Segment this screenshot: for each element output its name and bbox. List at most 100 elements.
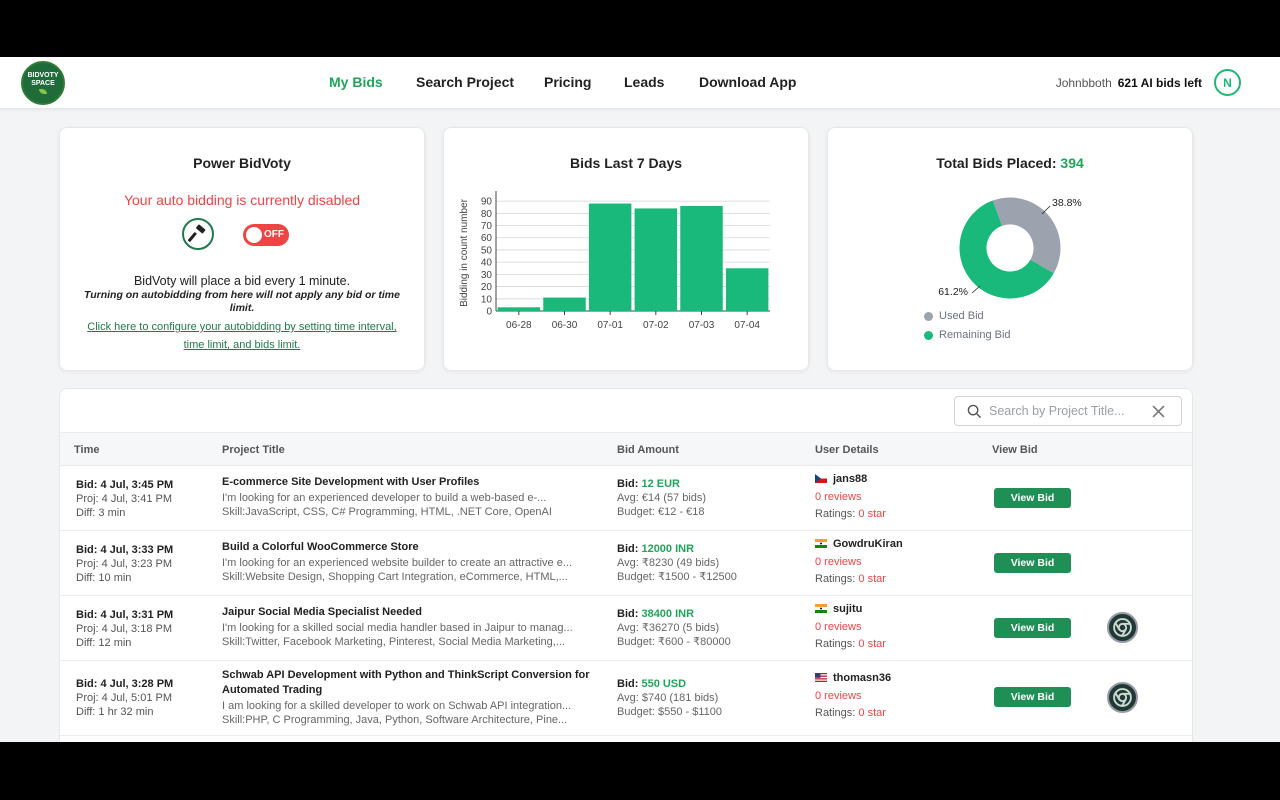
bid-time: Bid: 4 Jul, 3:31 PM xyxy=(76,609,174,621)
legend-remaining: Remaining Bid xyxy=(924,329,1011,341)
bid-budget: Budget: ₹600 - ₹80000 xyxy=(617,636,731,648)
bid-label: Bid: xyxy=(617,678,642,690)
clear-search-icon[interactable] xyxy=(1152,405,1165,418)
y-tick-label: 80 xyxy=(481,209,493,220)
proj-time: Proj: 4 Jul, 5:01 PM xyxy=(76,692,172,704)
project-cell: Build a Colorful WooCommerce Store I'm l… xyxy=(222,540,600,584)
bid-frequency-text: BidVoty will place a bid every 1 minute. xyxy=(133,274,351,288)
user-name[interactable]: sujitu xyxy=(833,601,862,619)
time-diff: Diff: 10 min xyxy=(76,572,132,584)
user-ratings: 0 star xyxy=(858,638,886,650)
view-bid-button[interactable]: View Bid xyxy=(994,488,1071,508)
search-input[interactable] xyxy=(989,402,1149,420)
time-diff: Diff: 1 hr 32 min xyxy=(76,706,154,718)
nav-my-bids[interactable]: My Bids xyxy=(329,74,383,90)
project-desc: I'm looking for a skilled social media h… xyxy=(222,622,573,634)
user-name[interactable]: GowdruKiran xyxy=(833,536,903,554)
y-tick-label: 50 xyxy=(481,245,493,256)
bid-label: Bid: xyxy=(617,478,642,490)
time-cell: Bid: 4 Jul, 3:33 PM Proj: 4 Jul, 3:23 PM… xyxy=(76,543,173,585)
bid-amount: 38400 INR xyxy=(641,608,695,620)
y-tick-label: 90 xyxy=(481,197,493,208)
czech-flag-icon xyxy=(815,474,827,484)
project-skills: Skill:Twitter, Facebook Marketing, Pinte… xyxy=(222,636,565,648)
power-bidvoty-card: Power BidVoty Your auto bidding is curre… xyxy=(59,127,425,371)
user-cell: GowdruKiran 0 reviews Ratings: 0 star xyxy=(815,536,903,589)
autobid-note: Turning on autobidding from here will no… xyxy=(84,289,400,314)
bid-cell: Bid: 550 USD Avg: $740 (181 bids) Budget… xyxy=(617,677,722,719)
bid-time: Bid: 4 Jul, 3:33 PM xyxy=(76,544,174,556)
nav-download-app[interactable]: Download App xyxy=(699,74,796,90)
y-tick-label: 0 xyxy=(486,307,492,318)
project-desc: I'm looking for an experienced website b… xyxy=(222,557,573,569)
x-tick-label: 07-02 xyxy=(643,320,669,331)
bid-cell: Bid: 12 EUR Avg: €14 (57 bids) Budget: €… xyxy=(617,477,706,519)
autobid-status: Your auto bidding is currently disabled xyxy=(123,192,361,208)
proj-time: Proj: 4 Jul, 3:18 PM xyxy=(76,623,172,635)
used-pct-label: 38.8% xyxy=(1052,197,1082,209)
autobid-toggle[interactable]: OFF xyxy=(243,224,289,246)
bar xyxy=(634,208,678,311)
time-cell: Bid: 4 Jul, 3:28 PM Proj: 4 Jul, 5:01 PM… xyxy=(76,677,173,719)
time-diff: Diff: 3 min xyxy=(76,507,126,519)
power-card-title: Power BidVoty xyxy=(193,155,291,171)
india-flag-icon xyxy=(815,604,827,614)
bid-budget: Budget: €12 - €18 xyxy=(617,506,705,518)
proj-time: Proj: 4 Jul, 3:41 PM xyxy=(76,493,172,505)
bid-label: Bid: xyxy=(617,608,642,620)
user-info: Johnbboth 621 AI bids left xyxy=(1056,76,1202,90)
project-title[interactable]: E-commerce Site Development with User Pr… xyxy=(222,475,600,490)
user-ratings: 0 star xyxy=(858,508,886,520)
view-bid-button[interactable]: View Bid xyxy=(994,687,1071,707)
user-cell: thomasn36 0 reviews Ratings: 0 star xyxy=(815,670,891,723)
col-project-title: Project Title xyxy=(222,444,285,456)
view-bid-button[interactable]: View Bid xyxy=(994,618,1071,638)
y-tick-label: 60 xyxy=(481,233,493,244)
x-tick-label: 07-03 xyxy=(689,320,715,331)
project-title[interactable]: Schwab API Development with Python and T… xyxy=(222,668,600,698)
bar xyxy=(725,268,769,311)
bid-amount: 12000 INR xyxy=(641,543,695,555)
nav-pricing[interactable]: Pricing xyxy=(544,74,591,90)
legend-remaining-label: Remaining Bid xyxy=(939,329,1011,341)
user-name[interactable]: jans88 xyxy=(833,471,867,489)
india-flag-icon xyxy=(815,539,827,549)
user-reviews: 0 reviews xyxy=(815,490,862,503)
avatar[interactable]: N xyxy=(1214,69,1241,96)
bar xyxy=(497,307,541,311)
bid-budget: Budget: ₹1500 - ₹12500 xyxy=(617,571,737,583)
bar-chart: 0 10203040 5060708090 06-28 06-30 07-01 07-02 0… xyxy=(459,191,770,331)
bids-last-7-days-card: Bids Last 7 Days 0 10 20 30 40 50 60 70 80 90 06-2… xyxy=(443,127,809,371)
col-user-details: User Details xyxy=(815,444,879,456)
col-time: Time xyxy=(74,444,100,456)
user-reviews: 0 reviews xyxy=(815,620,862,633)
chrome-browser-icon[interactable] xyxy=(1107,682,1138,713)
configure-autobid-link[interactable]: Click here to configure your autobidding… xyxy=(78,318,406,354)
ratings-label: Ratings: xyxy=(815,508,859,520)
nav-search-project[interactable]: Search Project xyxy=(416,74,514,90)
project-cell: Schwab API Development with Python and T… xyxy=(222,668,600,727)
chrome-browser-icon[interactable] xyxy=(1107,612,1138,643)
project-title[interactable]: Jaipur Social Media Specialist Needed xyxy=(222,605,600,620)
bar xyxy=(543,297,586,311)
project-title[interactable]: Build a Colorful WooCommerce Store xyxy=(222,540,600,555)
bids-left: 621 AI bids left xyxy=(1117,76,1202,90)
legend-used: Used Bid xyxy=(924,310,984,322)
nav-leads[interactable]: Leads xyxy=(624,74,664,90)
user-cell: sujitu 0 reviews Ratings: 0 star xyxy=(815,601,886,654)
y-tick-label: 20 xyxy=(481,282,493,293)
bar xyxy=(588,203,632,311)
project-cell: Jaipur Social Media Specialist Needed I'… xyxy=(222,605,600,649)
user-ratings: 0 star xyxy=(858,573,886,585)
usa-flag-icon xyxy=(815,673,827,683)
toggle-knob xyxy=(246,227,262,243)
ratings-label: Ratings: xyxy=(815,707,859,719)
user-name[interactable]: thomasn36 xyxy=(833,670,891,688)
project-skills: Skill:Website Design, Shopping Cart Inte… xyxy=(222,571,568,583)
bid-avg: Avg: $740 (181 bids) xyxy=(617,692,719,704)
time-cell: Bid: 4 Jul, 3:45 PM Proj: 4 Jul, 3:41 PM… xyxy=(76,478,173,520)
total-bids-card: Total Bids Placed: 394 38.8% 61.2% Used B… xyxy=(827,127,1193,371)
legend-remaining-dot xyxy=(924,330,933,340)
view-bid-button[interactable]: View Bid xyxy=(994,553,1071,573)
bid-cell: Bid: 38400 INR Avg: ₹36270 (5 bids) Budg… xyxy=(617,607,731,649)
